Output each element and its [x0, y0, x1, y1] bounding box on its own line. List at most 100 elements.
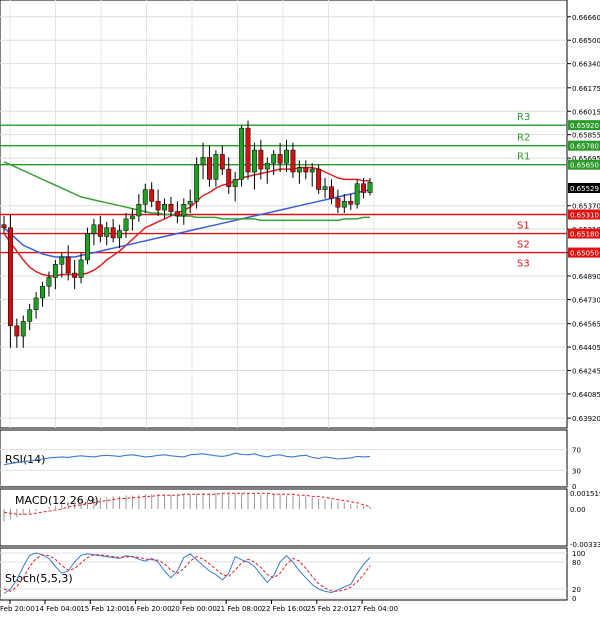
level-label-s2: S2 — [517, 240, 530, 251]
price-tick-label: 0.66340 — [572, 61, 600, 69]
time-tick-label: 16 Feb 20:00 — [126, 605, 172, 613]
candle-body — [1, 224, 7, 228]
candle-body — [104, 227, 110, 237]
macd-tick-label: 0.00 — [570, 506, 586, 514]
candle-body — [245, 127, 251, 173]
candle-body — [59, 256, 65, 265]
time-tick-label: 25 Feb 22:01 — [307, 605, 353, 613]
macd-tick-label: 0.001519 — [570, 490, 600, 498]
rsi-tick-label: 70 — [572, 447, 581, 455]
level-label-r3: R3 — [517, 112, 530, 123]
candle-body — [168, 203, 174, 212]
candle-body — [7, 227, 13, 327]
price-tick-label: 0.66175 — [572, 85, 600, 93]
candle-body — [277, 154, 283, 164]
candle-body — [91, 224, 97, 234]
candle-body — [14, 325, 20, 337]
candle-body — [303, 167, 309, 173]
time-tick-label: 22 Feb 16:00 — [262, 605, 308, 613]
price-tick-label: 0.64730 — [572, 296, 600, 304]
level-price-label: 0.65920 — [570, 122, 599, 130]
candle-body — [40, 286, 45, 299]
candle-body — [200, 157, 206, 165]
stoch-tick-label: 100 — [572, 550, 585, 558]
candle-body — [155, 201, 161, 211]
candle-body — [322, 186, 328, 190]
candle-body — [335, 198, 341, 208]
current-price-marker: 0.65529 — [568, 183, 600, 193]
price-tick-label: 0.66660 — [572, 14, 600, 22]
candle-body — [239, 127, 245, 180]
candle-body — [354, 183, 360, 205]
candle-body — [97, 224, 103, 237]
candle-body — [258, 149, 264, 170]
candle-body — [361, 183, 367, 193]
time-tick-label: 21 Feb 08:00 — [216, 605, 262, 613]
price-tick-label: 0.66015 — [572, 108, 600, 116]
candle-body — [149, 189, 155, 202]
candle-body — [65, 256, 71, 274]
candle-body — [271, 154, 277, 164]
level-price-label: 0.65310 — [570, 212, 599, 220]
level-price-label: 0.65180 — [570, 231, 599, 239]
candle-body — [187, 201, 193, 205]
candle-body — [20, 321, 26, 337]
price-tick-label: 0.63920 — [572, 415, 600, 423]
candle-body — [309, 168, 315, 173]
candle-body — [367, 182, 373, 193]
candle-body — [162, 203, 167, 211]
price-tick-label: 0.66500 — [572, 37, 600, 45]
level-label-r1: R1 — [517, 152, 530, 163]
candle-body — [226, 168, 232, 187]
trading-chart: 0.66660 0.66500 0.66340 0.66175 0.66015 0.658… — [0, 0, 600, 617]
time-tick-label: 27 Feb 04:00 — [352, 605, 398, 613]
candle-body — [27, 309, 33, 322]
candle-body — [348, 201, 354, 205]
price-tick-label: 0.64890 — [572, 273, 600, 281]
candle-body — [284, 149, 289, 164]
candle-body — [33, 297, 39, 310]
macd-tick-label: -0.003331 — [570, 541, 600, 549]
level-label-r2: R2 — [517, 133, 530, 144]
candle-body — [136, 203, 142, 217]
current-price-label: 0.65529 — [570, 185, 599, 193]
price-tick-label: 0.64405 — [572, 344, 600, 352]
candle-body — [129, 215, 135, 220]
candle-body — [207, 157, 212, 180]
candle-body — [85, 233, 90, 261]
candle-body — [181, 203, 187, 217]
time-tick-label: 15 Feb 12:00 — [80, 605, 126, 613]
candle-body — [296, 167, 302, 173]
candle-body — [316, 168, 322, 190]
price-tick-label: 0.64245 — [572, 367, 600, 375]
level-label-s1: S1 — [517, 221, 530, 232]
candle-body — [123, 218, 129, 231]
macd-title: MACD(12,26,9) — [15, 494, 99, 507]
candle-body — [142, 189, 148, 205]
candle-body — [174, 211, 180, 217]
time-tick-label: 20 Feb 00:00 — [171, 605, 217, 613]
candle-body — [213, 154, 219, 180]
stoch-tick-label: 80 — [572, 559, 581, 567]
candle-body — [52, 264, 58, 278]
price-tick-label: 0.64085 — [572, 391, 600, 399]
level-price-label: 0.65780 — [570, 143, 599, 151]
candle-body — [341, 201, 347, 208]
candle-body — [78, 259, 84, 278]
candle-body — [219, 154, 225, 170]
level-label-s3: S3 — [517, 259, 530, 270]
candle-body — [329, 186, 334, 199]
candle-body — [264, 162, 270, 170]
stoch-tick-label: 0 — [572, 595, 576, 603]
price-tick-label: 0.65855 — [572, 132, 600, 140]
candle-body — [46, 277, 52, 287]
candle-body — [117, 230, 123, 239]
time-tick-label: Feb 20:00 — [0, 605, 35, 613]
price-tick-label: 0.64565 — [572, 321, 600, 329]
rsi-tick-label: 30 — [572, 467, 581, 475]
candle-body — [72, 272, 78, 278]
level-price-label: 0.65650 — [570, 162, 599, 170]
candle-body — [194, 164, 200, 202]
stoch-tick-label: 20 — [572, 586, 581, 594]
time-tick-label: 14 Feb 04:00 — [35, 605, 81, 613]
